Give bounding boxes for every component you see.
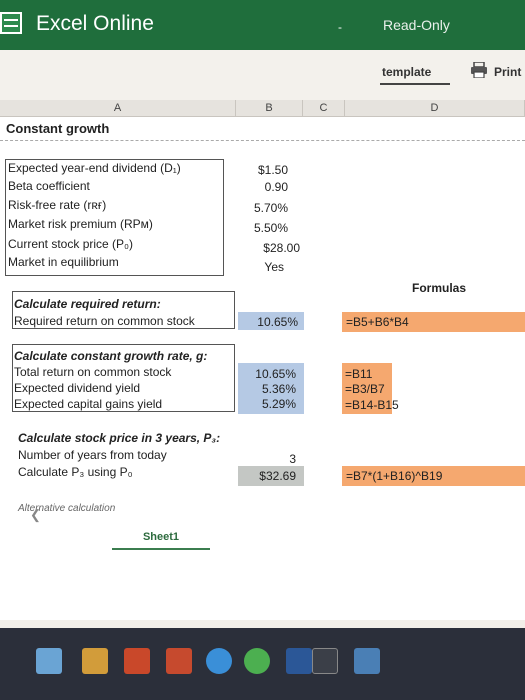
- chrome-icon[interactable]: [244, 648, 270, 674]
- input-value-stock-price[interactable]: $28.00: [236, 241, 300, 255]
- price-value-p3[interactable]: $32.69: [238, 469, 296, 483]
- growth-label-dividend-yield: Expected dividend yield: [14, 381, 141, 395]
- input-value-dividend[interactable]: $1.50: [236, 163, 288, 177]
- price-label-p3: Calculate P₃ using P₀: [18, 465, 133, 479]
- row-divider: [0, 140, 525, 141]
- title-separator: -: [338, 20, 342, 34]
- required-return-title: Calculate required return:: [14, 297, 161, 311]
- windows-icon[interactable]: [36, 648, 62, 674]
- input-label-stock-price: Current stock price (P₀): [8, 237, 134, 251]
- word-icon[interactable]: [286, 648, 312, 674]
- input-value-equilibrium[interactable]: Yes: [236, 260, 284, 274]
- price-formula-p3[interactable]: =B7*(1+B16)^B19: [346, 469, 442, 483]
- tab-sheet1[interactable]: Sheet1: [112, 526, 210, 550]
- growth-value-total-return[interactable]: 10.65%: [238, 367, 296, 381]
- input-label-risk-free: Risk-free rate (rʀғ): [8, 198, 107, 212]
- price-title: Calculate stock price in 3 years, P₃:: [18, 431, 221, 445]
- worksheet[interactable]: A B C D Constant growth Expected year-en…: [0, 100, 525, 620]
- sheet-heading: Constant growth: [6, 121, 110, 136]
- input-label-market-premium: Market risk premium (RPᴍ): [8, 217, 153, 231]
- price-label-years: Number of years from today: [18, 448, 167, 462]
- growth-formula-dividend-yield[interactable]: =B3/B7: [345, 382, 385, 396]
- column-header-d[interactable]: D: [345, 100, 525, 117]
- growth-label-total-return: Total return on common stock: [14, 365, 172, 379]
- price-value-years[interactable]: 3: [238, 452, 296, 466]
- file-explorer-icon[interactable]: [82, 648, 108, 674]
- print-icon[interactable]: [470, 62, 488, 78]
- growth-value-dividend-yield[interactable]: 5.36%: [238, 382, 296, 396]
- template-tab[interactable]: template: [382, 65, 431, 79]
- blackboard-icon[interactable]: [312, 648, 338, 674]
- excel-icon: [0, 12, 22, 34]
- growth-formula-total-return[interactable]: =B11: [345, 367, 372, 381]
- growth-label-capital-gains: Expected capital gains yield: [14, 397, 163, 411]
- input-label-equilibrium: Market in equilibrium: [8, 255, 119, 269]
- required-return-formula[interactable]: =B5+B6*B4: [346, 315, 409, 329]
- input-value-market-premium[interactable]: 5.50%: [236, 221, 288, 235]
- growth-formula-capital-gains[interactable]: =B14-B15: [345, 398, 399, 412]
- column-header-c[interactable]: C: [303, 100, 345, 117]
- office-icon[interactable]: [124, 648, 150, 674]
- input-label-beta: Beta coefficient: [8, 179, 90, 193]
- formulas-header: Formulas: [412, 281, 467, 295]
- growth-value-capital-gains[interactable]: 5.29%: [238, 397, 296, 411]
- powerpoint-icon[interactable]: [166, 648, 192, 674]
- input-label-dividend: Expected year-end dividend (D₁): [8, 161, 181, 175]
- app-title: Excel Online: [36, 12, 154, 35]
- read-only-badge: Read-Only: [383, 17, 450, 33]
- print-button[interactable]: Print: [494, 65, 521, 79]
- title-bar: Excel Online - Read-Only: [0, 0, 525, 50]
- taskbar: [0, 628, 525, 700]
- template-underline: [380, 83, 450, 85]
- column-header-b[interactable]: B: [236, 100, 303, 117]
- growth-title: Calculate constant growth rate, g:: [14, 349, 208, 363]
- column-header-a[interactable]: A: [0, 100, 236, 117]
- required-return-label: Required return on common stock: [14, 314, 195, 328]
- required-return-value[interactable]: 10.65%: [238, 315, 298, 329]
- input-value-risk-free[interactable]: 5.70%: [236, 201, 288, 215]
- toolbar: template Print: [0, 50, 525, 100]
- photos-icon[interactable]: [354, 648, 380, 674]
- edge-icon[interactable]: [206, 648, 232, 674]
- chevron-left-icon[interactable]: ❮: [30, 507, 41, 523]
- input-value-beta[interactable]: 0.90: [236, 180, 288, 194]
